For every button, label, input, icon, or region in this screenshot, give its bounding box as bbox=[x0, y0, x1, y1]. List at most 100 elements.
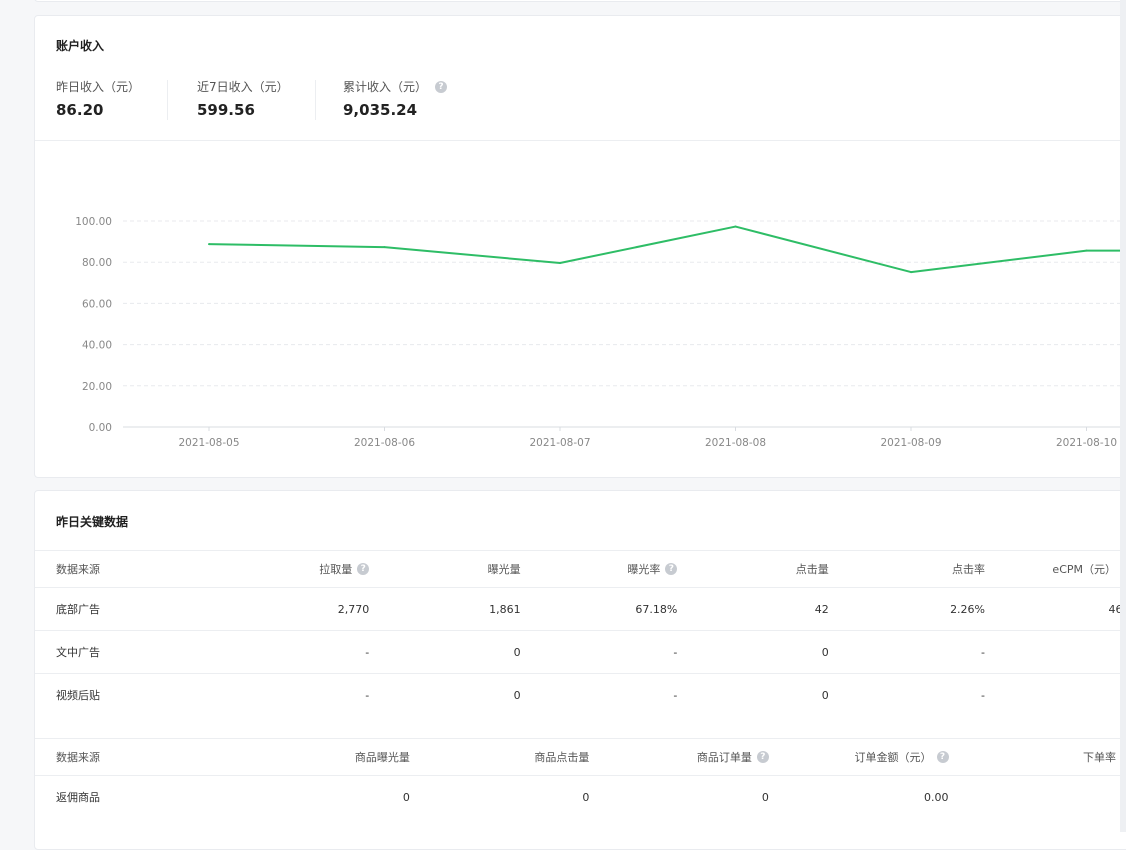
table-cell: 2,770 bbox=[222, 587, 370, 631]
income-card: 账户收入 昨日收入（元） 86.20 近7日收入（元） 599.56 累计收入（… bbox=[34, 15, 1126, 478]
data-point bbox=[1085, 249, 1088, 252]
table-header-row: 数据来源拉取量?曝光量曝光率?点击量点击率eCPM（元）? bbox=[35, 550, 1126, 588]
column-header: 数据来源 bbox=[35, 738, 226, 776]
table-cell: 0 bbox=[369, 630, 521, 674]
metric-label: 累计收入（元） bbox=[343, 80, 428, 94]
table-row: 视频后贴 -0-0- bbox=[35, 673, 1126, 716]
column-header-label: 点击率 bbox=[952, 563, 986, 576]
metric-total-income: 累计收入（元） ? 9,035.24 bbox=[343, 78, 448, 119]
data-point bbox=[734, 225, 737, 228]
table-cell: - bbox=[828, 630, 986, 674]
metric-value: 9,035.24 bbox=[343, 101, 418, 119]
help-icon[interactable]: ? bbox=[756, 751, 769, 763]
column-header-label: 商品点击量 bbox=[534, 751, 590, 764]
metric-divider bbox=[167, 80, 168, 120]
column-header-label: 拉取量 bbox=[319, 563, 353, 576]
metric-value: 599.56 bbox=[197, 101, 255, 119]
column-header: 数据来源 bbox=[35, 550, 223, 588]
column-header-label: 曝光率 bbox=[627, 563, 661, 576]
scrollbar-track[interactable] bbox=[1120, 0, 1126, 832]
table-cell: 0 bbox=[369, 673, 521, 716]
x-tick-label: 2021-08-10 bbox=[1056, 437, 1117, 449]
data-point bbox=[383, 246, 386, 249]
table-cell: - bbox=[222, 673, 370, 716]
table-cell: 0 bbox=[225, 775, 410, 818]
column-header: 商品订单量? bbox=[589, 738, 769, 776]
help-icon[interactable]: ? bbox=[936, 751, 949, 763]
table-row: 底部广告2,7701,86167.18%422.26%46.3 bbox=[35, 587, 1126, 631]
column-header-label: 商品订单量 bbox=[696, 751, 752, 764]
help-icon[interactable]: ? bbox=[665, 563, 678, 575]
y-tick-label: 40.00 bbox=[82, 340, 112, 352]
table-cell: - bbox=[948, 775, 1126, 818]
table-cell: 0 bbox=[589, 775, 769, 818]
help-icon[interactable]: ? bbox=[435, 80, 448, 93]
table-row: 返佣商品0000.00- bbox=[35, 775, 1126, 818]
metric-divider bbox=[315, 80, 316, 120]
table-cell: 0 bbox=[677, 673, 829, 716]
table-header-row: 数据来源商品曝光量商品点击量商品订单量?订单金额（元）?下单率? bbox=[35, 738, 1126, 776]
column-header-label: 订单金额（元） bbox=[854, 751, 932, 764]
x-tick-label: 2021-08-07 bbox=[529, 437, 590, 449]
table-cell: 42 bbox=[677, 587, 829, 631]
column-header: 曝光率? bbox=[520, 550, 678, 588]
table-cell: 0.00 bbox=[768, 775, 949, 818]
income-line-chart: 0.00 20.00 40.00 60.00 80.00 100.00 2021-08-05… bbox=[75, 216, 1126, 449]
table-cell: 1,861 bbox=[369, 587, 521, 631]
table-cell: 2.26% bbox=[828, 587, 986, 631]
y-tick-label: 20.00 bbox=[82, 381, 112, 393]
table-cell: 67.18% bbox=[520, 587, 678, 631]
y-tick-label: 60.00 bbox=[82, 298, 112, 310]
row-source-label: 文中广告 bbox=[35, 630, 223, 674]
column-header: 商品点击量 bbox=[409, 738, 590, 776]
column-header-label: 点击量 bbox=[795, 563, 829, 576]
table-row: 文中广告 -0-0- bbox=[35, 630, 1126, 674]
column-header-label: 商品曝光量 bbox=[354, 751, 410, 764]
metric-value: 86.20 bbox=[56, 101, 104, 119]
column-header-label: 数据来源 bbox=[56, 751, 100, 764]
column-header: 点击量 bbox=[677, 550, 829, 588]
column-header: eCPM（元）? bbox=[985, 550, 1126, 588]
x-tick-label: 2021-08-05 bbox=[178, 437, 239, 449]
row-source-label: 底部广告 bbox=[35, 587, 223, 631]
column-header: 下单率? bbox=[948, 738, 1126, 776]
data-point bbox=[208, 243, 210, 246]
previous-card bbox=[34, 0, 1126, 2]
goods-data-table: 数据来源商品曝光量商品点击量商品订单量?订单金额（元）?下单率?返佣商品0000… bbox=[35, 738, 1126, 818]
y-tick-label: 0.00 bbox=[89, 422, 112, 434]
column-header-label: eCPM（元） bbox=[1052, 563, 1116, 576]
metric-7day-income: 近7日收入（元） 599.56 bbox=[197, 78, 289, 119]
metric-yesterday-income: 昨日收入（元） 86.20 bbox=[56, 78, 140, 119]
x-tick-label: 2021-08-08 bbox=[705, 437, 766, 449]
table-cell: - bbox=[222, 630, 370, 674]
table-cell: - bbox=[828, 673, 986, 716]
x-tick-label: 2021-08-06 bbox=[354, 437, 415, 449]
x-tick-label: 2021-08-09 bbox=[880, 437, 941, 449]
column-header: 商品曝光量 bbox=[225, 738, 410, 776]
data-point bbox=[910, 271, 912, 274]
table-cell bbox=[985, 630, 1126, 674]
table-cell: - bbox=[520, 630, 678, 674]
column-header-label: 下单率 bbox=[1083, 751, 1116, 764]
column-header: 曝光量 bbox=[369, 550, 521, 588]
table-cell: 0 bbox=[677, 630, 829, 674]
row-source-label: 返佣商品 bbox=[35, 775, 226, 818]
column-header-label: 曝光量 bbox=[487, 563, 521, 576]
data-point bbox=[559, 262, 561, 265]
column-header-label: 数据来源 bbox=[56, 563, 100, 576]
income-card-title: 账户收入 bbox=[56, 39, 105, 53]
series-line bbox=[208, 225, 1126, 274]
metric-label: 近7日收入（元） bbox=[197, 80, 289, 94]
metric-label: 昨日收入（元） bbox=[56, 80, 141, 94]
help-icon[interactable]: ? bbox=[357, 563, 370, 575]
y-tick-label: 100.00 bbox=[75, 216, 112, 228]
table-cell: 46.3 bbox=[985, 587, 1126, 631]
key-data-title: 昨日关键数据 bbox=[56, 515, 129, 529]
column-header: 订单金额（元）? bbox=[768, 738, 949, 776]
table-cell: - bbox=[520, 673, 678, 716]
row-source-label: 视频后贴 bbox=[35, 673, 223, 716]
ad-data-table: 数据来源拉取量?曝光量曝光率?点击量点击率eCPM（元）?底部广告2,7701,… bbox=[35, 550, 1126, 716]
table-cell: 0 bbox=[409, 775, 590, 818]
key-data-card: 昨日关键数据 数据来源拉取量?曝光量曝光率?点击量点击率eCPM（元）?底部广告… bbox=[34, 490, 1126, 850]
column-header: 点击率 bbox=[828, 550, 986, 588]
